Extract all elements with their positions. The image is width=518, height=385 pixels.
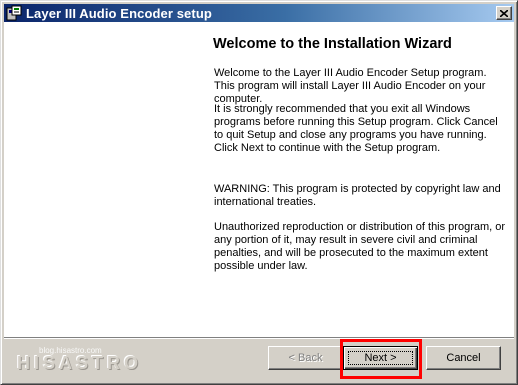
warning-text: WARNING: This program is protected by co…: [214, 183, 501, 208]
welcome-text: Welcome to the Layer III Audio Encoder S…: [214, 67, 487, 105]
recommendation-text: It is strongly recommended that you exit…: [214, 103, 498, 154]
close-icon: [500, 9, 508, 17]
button-separator: [4, 337, 514, 339]
close-button[interactable]: [496, 6, 512, 20]
watermark-logo: HISASTRO: [17, 353, 143, 373]
page-title: Welcome to the Installation Wizard: [213, 36, 452, 52]
setup-app-icon: [6, 5, 22, 21]
window-title: Layer III Audio Encoder setup: [26, 5, 212, 21]
title-bar[interactable]: Layer III Audio Encoder setup: [4, 4, 514, 22]
setup-window: Layer III Audio Encoder setup Welcome to…: [0, 0, 518, 385]
cancel-button[interactable]: Cancel: [426, 346, 501, 370]
wizard-side-panel: [4, 22, 193, 337]
back-button[interactable]: < Back: [268, 346, 343, 370]
next-highlight-box: [340, 339, 422, 379]
legal-text: Unauthorized reproduction or distributio…: [214, 221, 506, 272]
wizard-content-panel: Welcome to the Installation Wizard Welco…: [193, 22, 514, 337]
